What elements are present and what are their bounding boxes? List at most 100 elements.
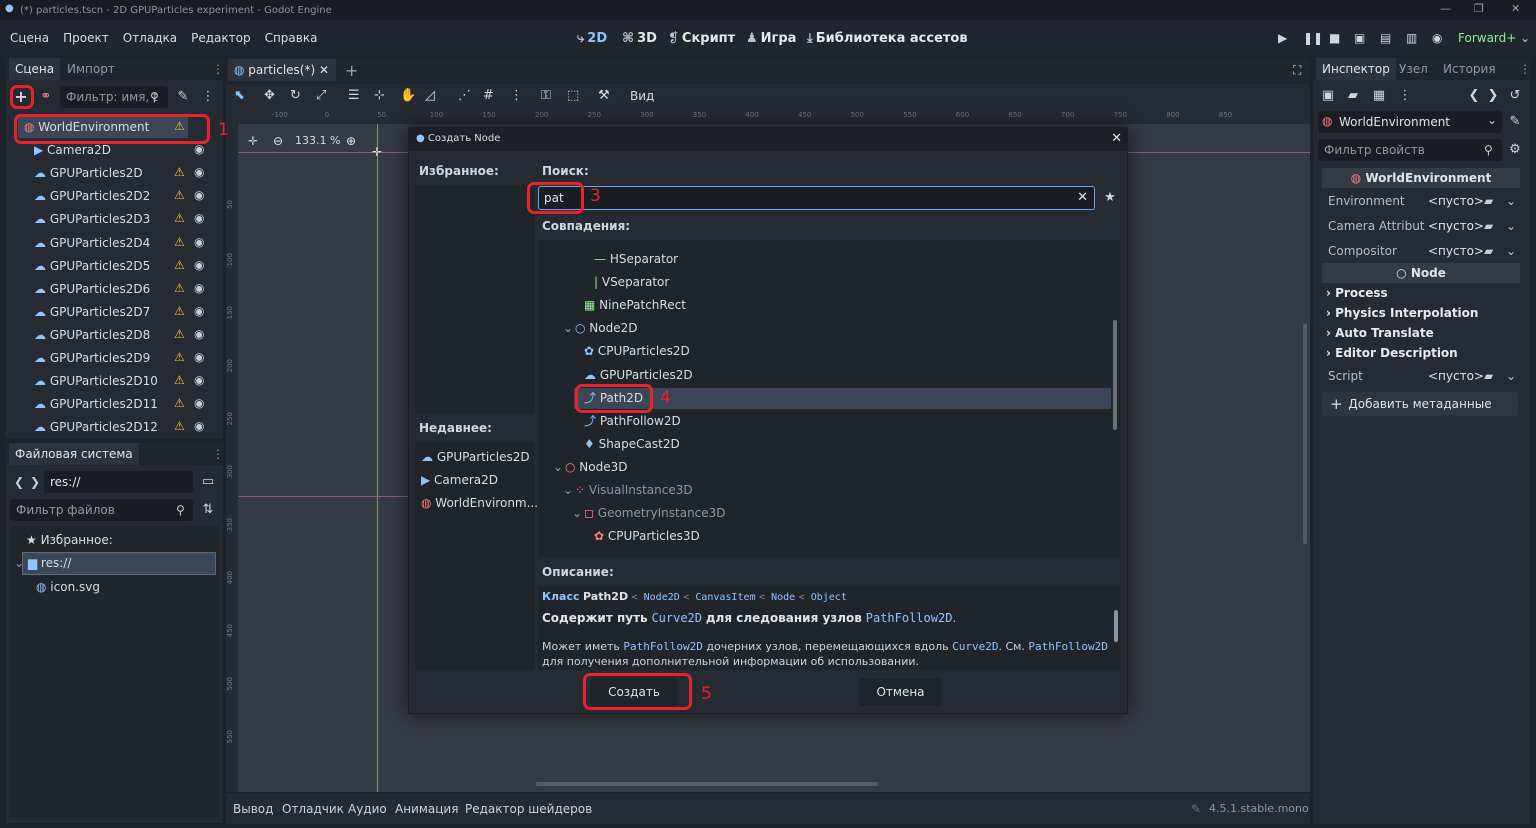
history-forward-icon[interactable]: ❯ (1483, 86, 1503, 106)
lock-icon[interactable]: ⚿ (541, 88, 551, 103)
tab-inspector[interactable]: Инспектор (1316, 58, 1396, 80)
add-metadata-button[interactable]: + Добавить метаданные (1322, 392, 1518, 416)
inspector-menu-icon[interactable]: ⋮ (1395, 86, 1415, 106)
warning-icon[interactable]: ⚠ (174, 304, 185, 318)
scene-node-row[interactable]: ☁ GPUParticles2D8 (34, 324, 150, 346)
play-scene-icon[interactable]: ▤ (1380, 31, 1391, 45)
warning-icon[interactable]: ⚠ (174, 258, 185, 272)
warning-icon[interactable]: ⚠ (174, 327, 185, 341)
visibility-eye-icon[interactable]: ◉ (194, 281, 204, 295)
tab-history[interactable]: История (1437, 58, 1502, 80)
scene-menu-icon[interactable]: ⋮ (198, 87, 218, 107)
match-item[interactable]: ✿ CPUParticles3D (594, 525, 700, 547)
instance-scene-link-icon[interactable]: ⚭ (36, 87, 56, 107)
zoom-in-icon[interactable]: ⊕ (346, 134, 356, 148)
property-tools-icon[interactable]: ⚙ (1505, 140, 1525, 160)
scene-tab[interactable]: ◍ particles(*) ✕ (228, 59, 336, 81)
movie-maker-icon[interactable]: ◉ (1432, 31, 1442, 45)
visibility-eye-icon[interactable]: ◉ (194, 373, 204, 387)
file-filter-input[interactable]: Фильтр файлов (10, 499, 193, 521)
visibility-eye-icon[interactable]: ◉ (194, 258, 204, 272)
move-tool-icon[interactable]: ✥ (264, 88, 275, 103)
close-tab-icon[interactable]: ✕ (319, 63, 329, 77)
description-scrollbar[interactable] (1114, 610, 1118, 642)
dock-menu-icon[interactable]: ⋮ (1519, 62, 1531, 76)
maximize-icon[interactable]: ❐ (1474, 2, 1484, 15)
visibility-eye-icon[interactable]: ◉ (194, 419, 204, 433)
chevron-down-icon[interactable]: ⌄ (1506, 219, 1516, 233)
close-window-icon[interactable]: ✕ (1511, 2, 1520, 15)
match-item[interactable]: ⌄ ⁘ VisualInstance3D (563, 479, 693, 501)
scene-node-row[interactable]: ☁ GPUParticles2D7 (34, 301, 150, 323)
favorite-star-icon[interactable]: ★ (1100, 188, 1120, 208)
group-physics-interpolation[interactable]: › Physics Interpolation (1326, 306, 1478, 320)
warning-icon[interactable]: ⚠ (174, 419, 185, 433)
visibility-eye-icon[interactable]: ◉ (194, 304, 204, 318)
snap-options-icon[interactable]: ⋮ (510, 88, 523, 103)
bottom-animation-tab[interactable]: Анимация (395, 802, 458, 816)
visibility-eye-icon[interactable]: ◉ (194, 327, 204, 341)
visibility-eye-icon[interactable]: ◉ (194, 235, 204, 249)
stop-icon[interactable]: ■ (1329, 31, 1340, 45)
scene-node-row[interactable]: ☁ GPUParticles2D6 (34, 278, 150, 300)
scene-node-row[interactable]: ☁ GPUParticles2D10 (34, 370, 158, 392)
match-item[interactable]: ♦ ShapeCast2D (584, 433, 680, 455)
minimize-icon[interactable]: — (1440, 2, 1451, 15)
inspector-scrollbar[interactable] (1527, 120, 1530, 820)
ruler-tool-icon[interactable]: ◿ (425, 88, 435, 103)
inherit-object[interactable]: Object (811, 592, 847, 603)
play-icon[interactable]: ▶ (1278, 31, 1287, 45)
split-view-icon[interactable]: ▭ (198, 472, 218, 492)
renderer-selector[interactable]: Forward+ ⌄ (1458, 31, 1530, 45)
pause-icon[interactable]: ❚❚ (1303, 31, 1323, 45)
recent-item-worldenvironment[interactable]: ◍ WorldEnvironm... (421, 492, 538, 514)
menu-project[interactable]: Проект (63, 31, 109, 45)
zoom-level[interactable]: 133.1 % (295, 134, 340, 147)
scene-node-row[interactable]: ☁ GPUParticles2D3 (34, 208, 150, 230)
save-icon[interactable]: ▦ (1369, 86, 1389, 106)
match-item[interactable]: ⌄ ○ Node2D (563, 317, 638, 339)
play-custom-scene-icon[interactable]: ▥ (1406, 31, 1417, 45)
skeleton-icon[interactable]: ⚒ (598, 88, 610, 103)
select-tool-icon[interactable]: ⬉ (234, 88, 245, 103)
forward-icon[interactable]: ❯ (30, 475, 40, 489)
viewport-hscroll[interactable] (536, 782, 878, 786)
warning-icon[interactable]: ⚠ (174, 396, 185, 410)
pan-tool-icon[interactable]: ✋ (400, 88, 416, 103)
match-item[interactable]: ⌄ ◻ GeometryInstance3D (572, 502, 726, 524)
match-item[interactable]: ⌄ ○ Node3D (553, 456, 628, 478)
chevron-down-icon[interactable]: ⌄ (553, 456, 563, 478)
group-auto-translate[interactable]: › Auto Translate (1326, 326, 1434, 340)
scene-node-row[interactable]: ☁ GPUParticles2D9 (34, 347, 150, 369)
warning-icon[interactable]: ⚠ (174, 211, 185, 225)
attach-script-icon[interactable]: ✎ (173, 87, 193, 107)
menu-debug[interactable]: Отладка (123, 31, 177, 45)
workspace-2d-button[interactable]: ⤷ 2D (577, 31, 607, 46)
scene-node-row[interactable]: ☁ GPUParticles2D4 (34, 232, 150, 254)
match-item[interactable]: ▦ NinePatchRect (584, 294, 686, 316)
warning-icon[interactable]: ⚠ (174, 165, 185, 179)
chevron-down-icon[interactable]: ⌄ (563, 317, 573, 339)
tab-scene[interactable]: Сцена (9, 58, 61, 80)
inherit-canvasitem[interactable]: CanvasItem (695, 592, 755, 603)
smart-snap-icon[interactable]: ⋰ (458, 88, 471, 103)
distraction-free-icon[interactable]: ⛶ (1293, 63, 1301, 78)
match-item[interactable]: ☁ GPUParticles2D (584, 364, 693, 386)
sort-icon[interactable]: ⇅ (198, 500, 218, 520)
bottom-output-tab[interactable]: Вывод (233, 802, 273, 816)
warning-icon[interactable]: ⚠ (174, 281, 185, 295)
view-menu[interactable]: Вид (630, 89, 654, 103)
search-input[interactable]: pat ✕ (538, 186, 1095, 210)
chevron-down-icon[interactable]: ⌄ (572, 502, 582, 524)
res-root-item[interactable]: ⌄ ▆ res:// (14, 552, 71, 574)
object-history-icon[interactable]: ↺ (1505, 86, 1525, 106)
scene-node-row[interactable]: ☁ GPUParticles2D2 (34, 185, 150, 207)
rotate-tool-icon[interactable]: ↻ (290, 88, 301, 103)
bottom-audio-tab[interactable]: Аудио (348, 802, 387, 816)
new-tab-icon[interactable]: + (345, 61, 358, 80)
open-folder-icon[interactable]: ▰ (1343, 86, 1363, 106)
recent-item-camera2d[interactable]: ▶ Camera2D (421, 469, 498, 491)
scene-node-row[interactable]: ☁ GPUParticles2D5 (34, 255, 150, 277)
chevron-down-icon[interactable]: ⌄ (1506, 369, 1516, 383)
back-icon[interactable]: ❮ (14, 475, 24, 489)
